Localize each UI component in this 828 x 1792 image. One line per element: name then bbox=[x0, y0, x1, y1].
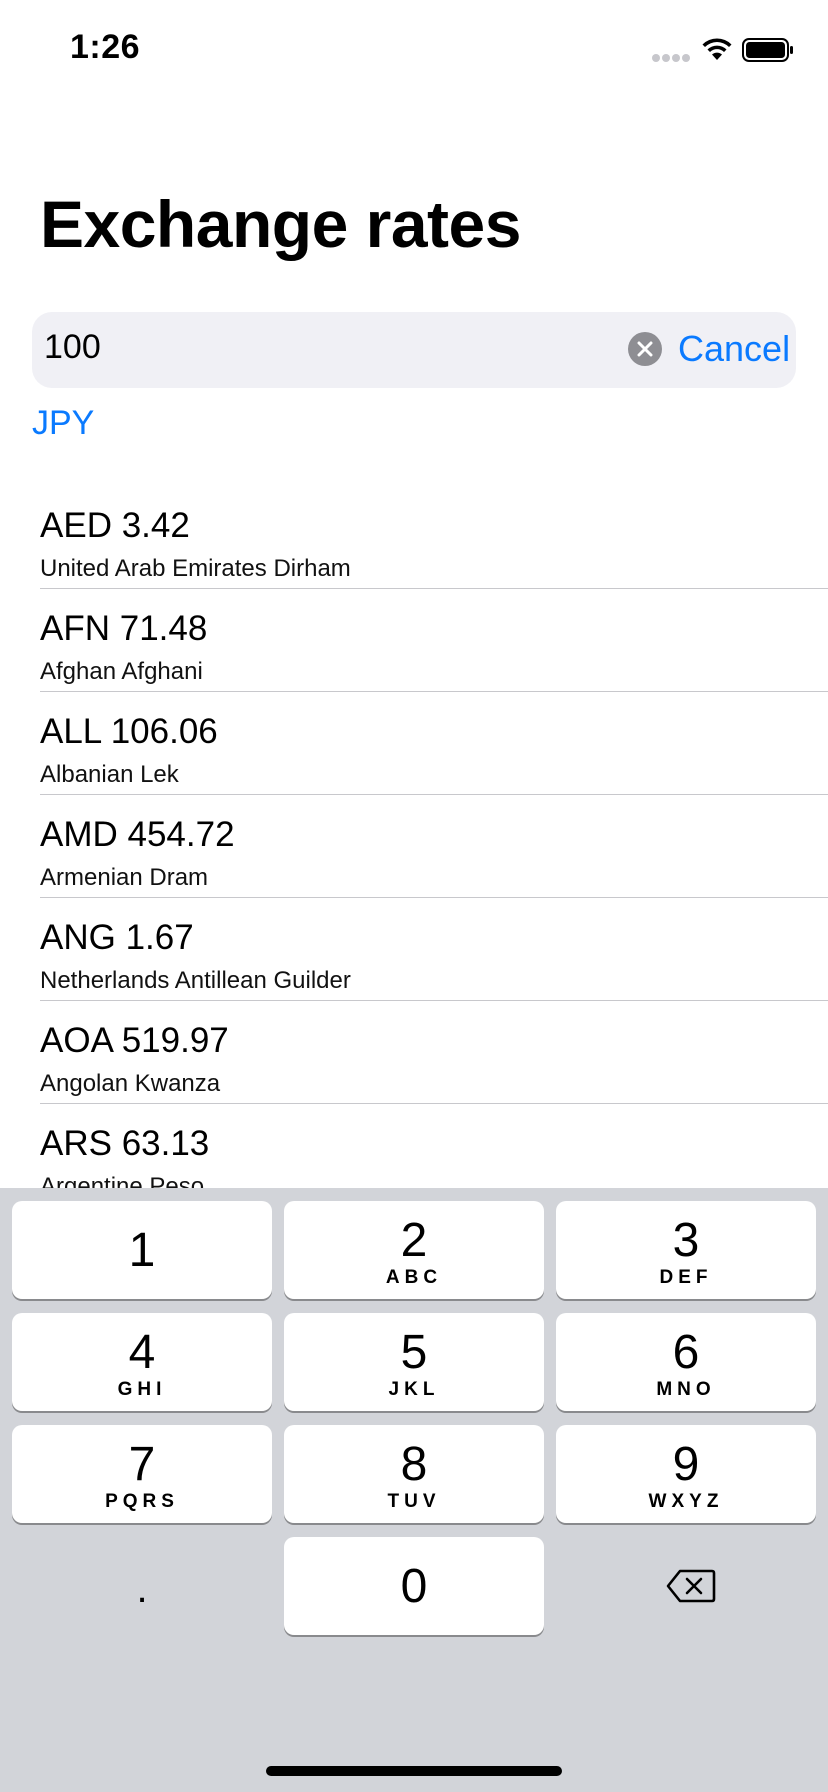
status-bar: 1:26 bbox=[0, 0, 828, 100]
key-5[interactable]: 5 JKL bbox=[284, 1313, 544, 1411]
rate-value: ARS 63.13 bbox=[40, 1124, 210, 1163]
rate-value: AFN 71.48 bbox=[40, 609, 208, 648]
key-digit: 9 bbox=[672, 1438, 700, 1491]
search-field[interactable]: 100 Cancel bbox=[32, 312, 796, 388]
key-6[interactable]: 6 MNO bbox=[556, 1313, 816, 1411]
rate-value: AOA 519.97 bbox=[40, 1021, 229, 1060]
key-7[interactable]: 7 PQRS bbox=[12, 1425, 272, 1523]
wifi-icon bbox=[702, 38, 732, 60]
key-letters: DEF bbox=[659, 1267, 713, 1288]
key-3[interactable]: 3 DEF bbox=[556, 1201, 816, 1299]
rate-value: ALL 106.06 bbox=[40, 712, 218, 751]
key-digit: 4 bbox=[128, 1326, 156, 1379]
base-currency-link[interactable]: JPY bbox=[32, 404, 94, 443]
currency-name: United Arab Emirates Dirham bbox=[40, 555, 351, 582]
backspace-icon[interactable] bbox=[666, 1568, 716, 1604]
key-digit: 3 bbox=[672, 1214, 700, 1267]
key-letters: MNO bbox=[656, 1379, 716, 1400]
key-letters: WXYZ bbox=[648, 1491, 724, 1512]
key-digit: 1 bbox=[128, 1224, 156, 1277]
key-digit: 5 bbox=[400, 1326, 428, 1379]
key-0[interactable]: 0 bbox=[284, 1537, 544, 1635]
list-item[interactable]: ANG 1.67 Netherlands Antillean Guilder bbox=[0, 898, 828, 1001]
key-letters: JKL bbox=[388, 1379, 440, 1400]
key-1[interactable]: 1 bbox=[12, 1201, 272, 1299]
key-digit: 2 bbox=[400, 1214, 428, 1267]
clear-icon[interactable] bbox=[628, 332, 662, 366]
key-letters: PQRS bbox=[105, 1491, 179, 1512]
rate-value: ANG 1.67 bbox=[40, 918, 194, 957]
key-2[interactable]: 2 ABC bbox=[284, 1201, 544, 1299]
list-item[interactable]: ALL 106.06 Albanian Lek bbox=[0, 692, 828, 795]
numeric-keyboard: 1 2 ABC 3 DEF 4 GHI 5 JKL 6 MNO 7 PQRS 8 bbox=[0, 1188, 828, 1792]
list-item[interactable]: AFN 71.48 Afghan Afghani bbox=[0, 589, 828, 692]
home-indicator bbox=[266, 1766, 562, 1776]
currency-name: Netherlands Antillean Guilder bbox=[40, 967, 351, 994]
currency-name: Angolan Kwanza bbox=[40, 1070, 221, 1097]
key-digit: 6 bbox=[672, 1326, 700, 1379]
key-letters: GHI bbox=[117, 1379, 167, 1400]
list-item[interactable]: AOA 519.97 Angolan Kwanza bbox=[0, 1001, 828, 1104]
key-letters: TUV bbox=[387, 1491, 441, 1512]
key-letters: ABC bbox=[385, 1267, 443, 1288]
list-item[interactable]: AMD 454.72 Armenian Dram bbox=[0, 795, 828, 898]
cancel-button[interactable]: Cancel bbox=[678, 328, 790, 370]
rate-value: AED 3.42 bbox=[40, 506, 190, 545]
battery-icon bbox=[742, 38, 793, 62]
key-4[interactable]: 4 GHI bbox=[12, 1313, 272, 1411]
search-input[interactable]: 100 bbox=[44, 328, 101, 367]
status-time: 1:26 bbox=[70, 28, 141, 66]
key-digit: 0 bbox=[400, 1560, 428, 1613]
page-title: Exchange rates bbox=[40, 187, 521, 261]
currency-name: Afghan Afghani bbox=[40, 658, 203, 685]
decimal-label: . bbox=[136, 1567, 148, 1611]
key-8[interactable]: 8 TUV bbox=[284, 1425, 544, 1523]
exchange-rates-screen: 1:26 Exchange rates 100 Cancel JPY AED 3… bbox=[0, 0, 828, 1792]
decimal-key[interactable]: . bbox=[12, 1537, 272, 1635]
key-digit: 8 bbox=[400, 1438, 428, 1491]
currency-name: Albanian Lek bbox=[40, 761, 179, 788]
key-digit: 7 bbox=[128, 1438, 156, 1491]
list-item[interactable]: AED 3.42 United Arab Emirates Dirham bbox=[0, 486, 828, 589]
key-9[interactable]: 9 WXYZ bbox=[556, 1425, 816, 1523]
currency-name: Armenian Dram bbox=[40, 864, 209, 891]
rate-list: AED 3.42 United Arab Emirates Dirham AFN… bbox=[0, 486, 828, 1207]
rate-value: AMD 454.72 bbox=[40, 815, 235, 854]
cellular-signal-icon bbox=[652, 54, 692, 64]
